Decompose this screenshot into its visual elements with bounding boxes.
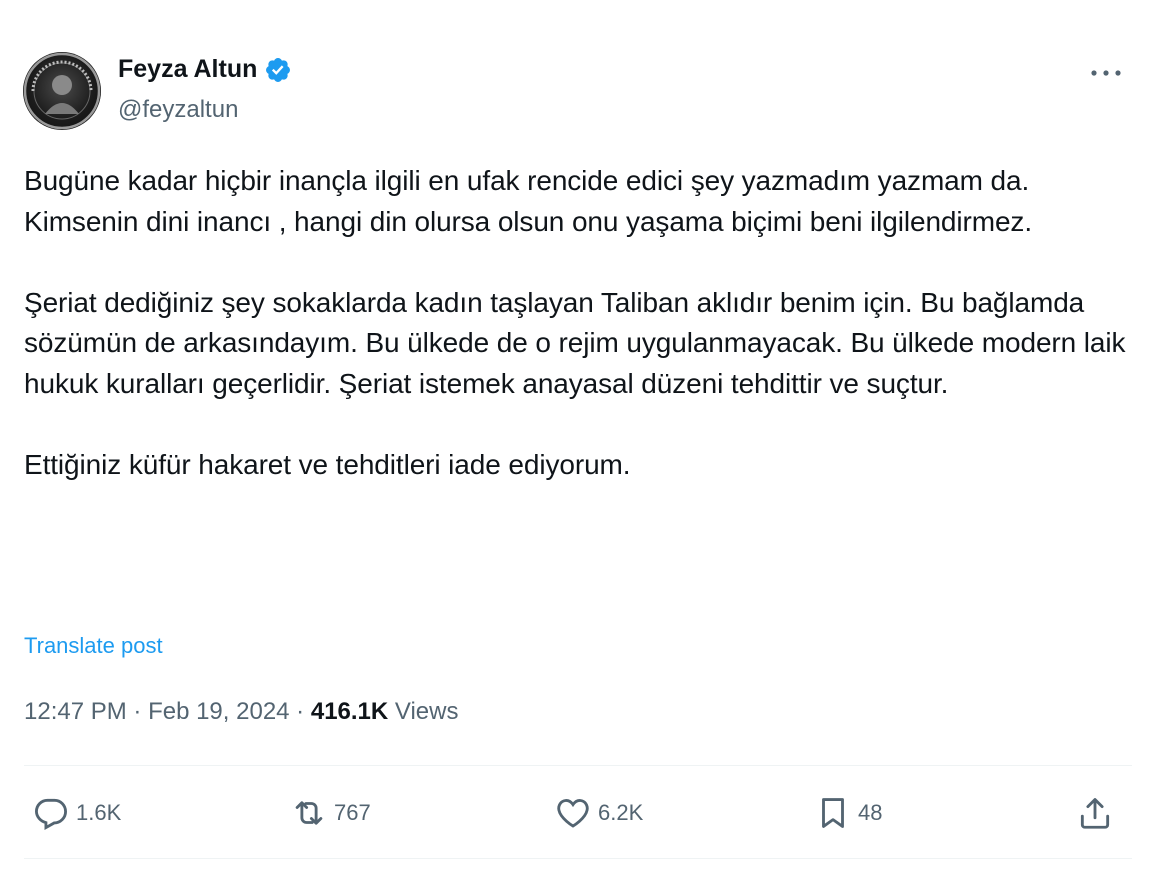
post-time[interactable]: 12:47 PM <box>24 698 127 725</box>
post-paragraph: Ettiğiniz küfür hakaret ve tehditleri ia… <box>24 448 631 480</box>
bookmark-count: 48 <box>858 800 883 825</box>
views-count[interactable]: 416.1K <box>311 698 388 725</box>
meta-separator: · <box>126 698 149 725</box>
share-button[interactable] <box>1076 788 1114 838</box>
action-bar: 1.6K 767 6.2K 48 <box>24 788 1124 838</box>
meta-separator: · <box>289 698 311 725</box>
post-metadata: 12:47 PM · Feb 19, 2024 · 416.1K Views <box>24 698 459 726</box>
divider <box>24 858 1132 859</box>
post-paragraph: Şeriat dediğiniz şey sokaklarda kadın ta… <box>24 286 1126 399</box>
bookmark-button[interactable]: 48 <box>814 788 882 838</box>
views-label: Views <box>388 698 459 725</box>
bookmark-icon <box>822 798 844 828</box>
like-count: 6.2K <box>598 800 644 825</box>
repost-icon <box>295 801 323 825</box>
reply-count: 1.6K <box>76 800 122 825</box>
reply-icon <box>35 798 67 830</box>
repost-count: 767 <box>334 800 371 825</box>
author-name[interactable]: Feyza Altun <box>118 55 257 84</box>
like-button[interactable]: 6.2K <box>554 788 643 838</box>
post-paragraph: Bugüne kadar hiçbir inançla ilgili en uf… <box>24 165 1033 237</box>
share-icon <box>1080 798 1110 829</box>
post-date[interactable]: Feb 19, 2024 <box>148 698 289 725</box>
verified-badge-icon[interactable] <box>264 56 292 84</box>
author-handle[interactable]: @feyzaltun <box>118 96 238 124</box>
reply-button[interactable]: 1.6K <box>32 788 121 838</box>
avatar[interactable] <box>23 52 101 130</box>
more-options-icon[interactable] <box>1086 58 1126 88</box>
divider <box>24 765 1132 766</box>
author-name-row: Feyza Altun <box>118 55 292 84</box>
post-text: Bugüne kadar hiçbir inançla ilgili en uf… <box>24 161 1134 485</box>
heart-icon <box>557 799 589 828</box>
avatar-image <box>23 52 101 130</box>
translate-post-link[interactable]: Translate post <box>24 633 163 659</box>
repost-button[interactable]: 767 <box>290 788 371 838</box>
